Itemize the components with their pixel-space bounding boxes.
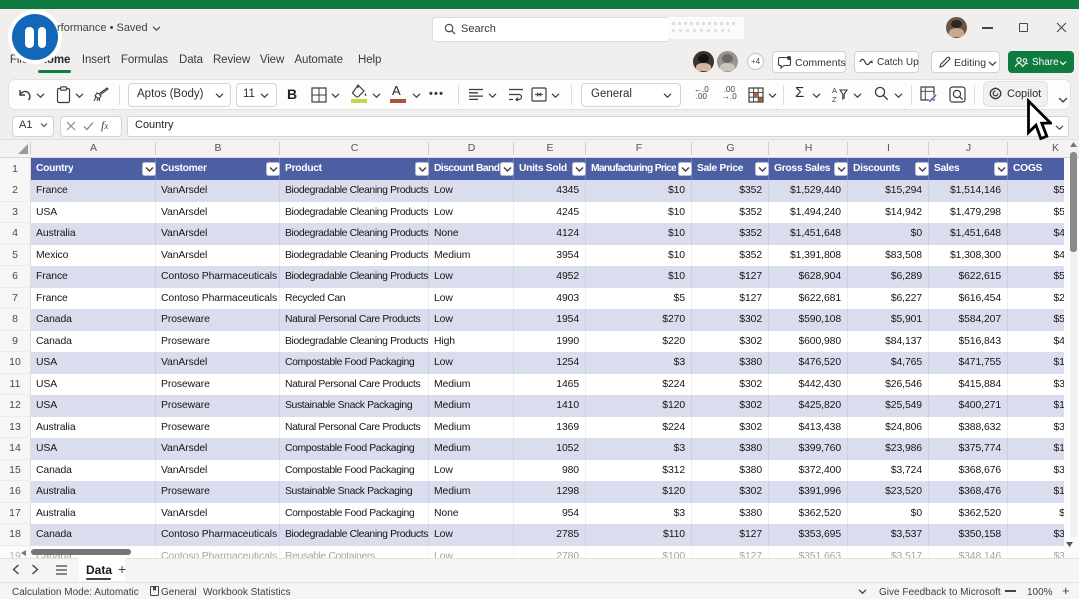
svg-text:A: A [832,86,837,95]
svg-text:Z: Z [832,95,837,103]
